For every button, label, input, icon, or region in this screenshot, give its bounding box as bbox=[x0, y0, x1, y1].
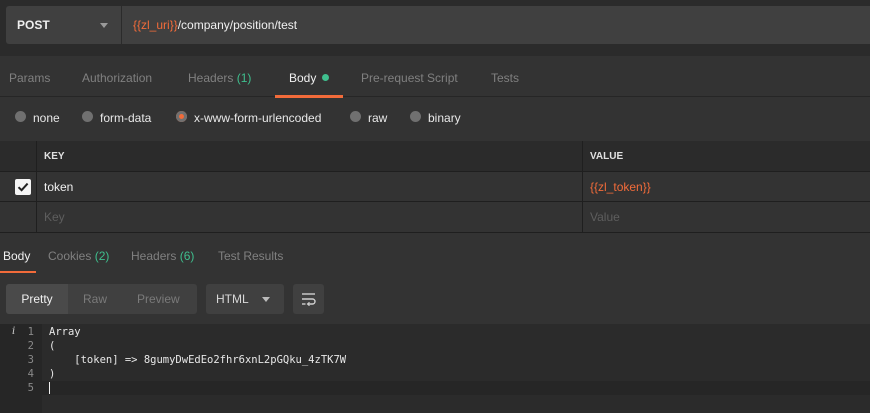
key-cell[interactable]: token bbox=[37, 172, 583, 201]
new-key-input[interactable]: Key bbox=[37, 202, 583, 232]
header-check-cell bbox=[0, 141, 37, 171]
response-tab-cookies[interactable]: Cookies (2) bbox=[48, 234, 109, 272]
radio-raw-label: raw bbox=[368, 111, 388, 125]
line-number: 3 bbox=[27, 354, 34, 366]
radio-binary[interactable]: binary bbox=[410, 98, 461, 138]
tab-body[interactable]: Body bbox=[274, 57, 344, 98]
radio-circle-icon bbox=[350, 110, 361, 122]
table-row: token {{zl_token}} bbox=[0, 172, 870, 202]
empty-check-cell bbox=[0, 202, 37, 232]
response-tab-cookies-label: Cookies bbox=[48, 249, 92, 263]
radio-selected-icon bbox=[176, 110, 187, 122]
wrap-lines-icon bbox=[302, 293, 316, 306]
radio-none[interactable]: none bbox=[15, 98, 60, 138]
line-number: 2 bbox=[27, 340, 34, 352]
request-url-bar: POST {{zl_uri}}/company/position/test bbox=[0, 0, 870, 56]
code-text: ) bbox=[49, 368, 56, 380]
tab-authorization[interactable]: Authorization bbox=[82, 57, 152, 97]
value-column-header: VALUE bbox=[590, 150, 624, 162]
code-text: [token] => 8gumyDwEdEo2fhr6xnL2pGQku_4zT… bbox=[49, 354, 347, 366]
radio-raw[interactable]: raw bbox=[350, 98, 387, 138]
chevron-down-icon bbox=[100, 23, 108, 28]
body-type-radio-group: none form-data x-www-form-urlencoded raw… bbox=[0, 98, 870, 140]
language-select-label: HTML bbox=[216, 292, 249, 306]
code-line: 2 ( bbox=[0, 339, 870, 353]
key-column-header: KEY bbox=[37, 141, 583, 171]
checkmark-icon bbox=[17, 182, 29, 192]
raw-button[interactable]: Raw bbox=[83, 284, 107, 314]
radio-none-label: none bbox=[33, 111, 60, 125]
url-variable: {{zl_uri}} bbox=[133, 18, 178, 32]
code-line: 3 [token] => 8gumyDwEdEo2fhr6xnL2pGQku_4… bbox=[0, 353, 870, 367]
tab-prerequest-label: Pre-request Script bbox=[361, 71, 458, 85]
row-check-cell bbox=[0, 172, 37, 201]
response-tab-body[interactable]: Body bbox=[0, 234, 37, 273]
code-text: ( bbox=[49, 340, 56, 352]
radio-form-data-label: form-data bbox=[100, 111, 152, 125]
code-line: 1 Array bbox=[0, 325, 870, 339]
response-tab-headers[interactable]: Headers (6) bbox=[131, 234, 194, 272]
tab-headers[interactable]: Headers (1) bbox=[188, 57, 251, 97]
tab-params-label: Params bbox=[9, 71, 51, 85]
table-header-row: KEY VALUE bbox=[0, 141, 870, 172]
code-text: Array bbox=[49, 326, 81, 338]
body-params-table: KEY VALUE token {{zl_token}} Key Value bbox=[0, 141, 870, 233]
preview-button[interactable]: Preview bbox=[137, 284, 180, 314]
response-toolbar: Pretty Raw Preview HTML bbox=[0, 274, 870, 324]
method-label: POST bbox=[17, 18, 50, 32]
tab-prerequest-script[interactable]: Pre-request Script bbox=[361, 57, 458, 97]
radio-urlencoded[interactable]: x-www-form-urlencoded bbox=[176, 98, 321, 138]
code-line-current: 5 bbox=[0, 381, 870, 395]
radio-circle-icon bbox=[410, 110, 421, 122]
url-input[interactable]: {{zl_uri}}/company/position/test bbox=[122, 6, 870, 44]
response-tab-test-results-label: Test Results bbox=[218, 249, 284, 263]
body-modified-dot-icon bbox=[322, 74, 330, 81]
tab-params[interactable]: Params bbox=[9, 57, 50, 97]
radio-form-data[interactable]: form-data bbox=[82, 98, 151, 138]
tab-headers-label: Headers bbox=[188, 71, 234, 85]
response-tab-test-results[interactable]: Test Results bbox=[218, 234, 283, 272]
tab-authorization-label: Authorization bbox=[82, 71, 153, 85]
row-enabled-checkbox[interactable] bbox=[15, 179, 31, 195]
line-number: 4 bbox=[27, 368, 34, 380]
response-body-editor[interactable]: i 1 Array 2 ( 3 [token] => 8gumyDwEdEo2f… bbox=[0, 324, 870, 413]
radio-binary-label: binary bbox=[428, 111, 461, 125]
table-row-new: Key Value bbox=[0, 202, 870, 233]
new-value-input[interactable]: Value bbox=[583, 202, 870, 232]
radio-circle-icon bbox=[15, 110, 26, 122]
headers-count-badge: (1) bbox=[236, 71, 252, 85]
method-select[interactable]: POST bbox=[6, 6, 121, 44]
language-select[interactable]: HTML bbox=[206, 284, 284, 314]
line-number: 1 bbox=[27, 326, 34, 338]
radio-urlencoded-label: x-www-form-urlencoded bbox=[194, 111, 322, 125]
request-tabs: Params Authorization Headers (1) Body Pr… bbox=[0, 57, 870, 98]
tab-body-label: Body bbox=[289, 71, 317, 85]
pretty-button[interactable]: Pretty bbox=[6, 284, 68, 314]
code-line: 4 ) bbox=[0, 367, 870, 381]
radio-circle-icon bbox=[82, 110, 93, 122]
response-tab-headers-label: Headers bbox=[131, 249, 177, 263]
view-mode-group: Pretty Raw Preview bbox=[6, 284, 197, 314]
url-path: /company/position/test bbox=[177, 18, 298, 32]
tab-tests[interactable]: Tests bbox=[491, 57, 519, 97]
wrap-lines-button[interactable] bbox=[293, 284, 324, 314]
tab-tests-label: Tests bbox=[491, 71, 520, 85]
response-headers-count-badge: (6) bbox=[179, 249, 195, 263]
response-tabs: Body Cookies (2) Headers (6) Test Result… bbox=[0, 234, 870, 274]
response-tab-body-label: Body bbox=[3, 249, 31, 263]
text-cursor bbox=[49, 382, 50, 394]
chevron-down-icon bbox=[262, 297, 270, 302]
cookies-count-badge: (2) bbox=[94, 249, 110, 263]
value-cell[interactable]: {{zl_token}} bbox=[583, 172, 870, 201]
line-number: 5 bbox=[27, 382, 34, 394]
